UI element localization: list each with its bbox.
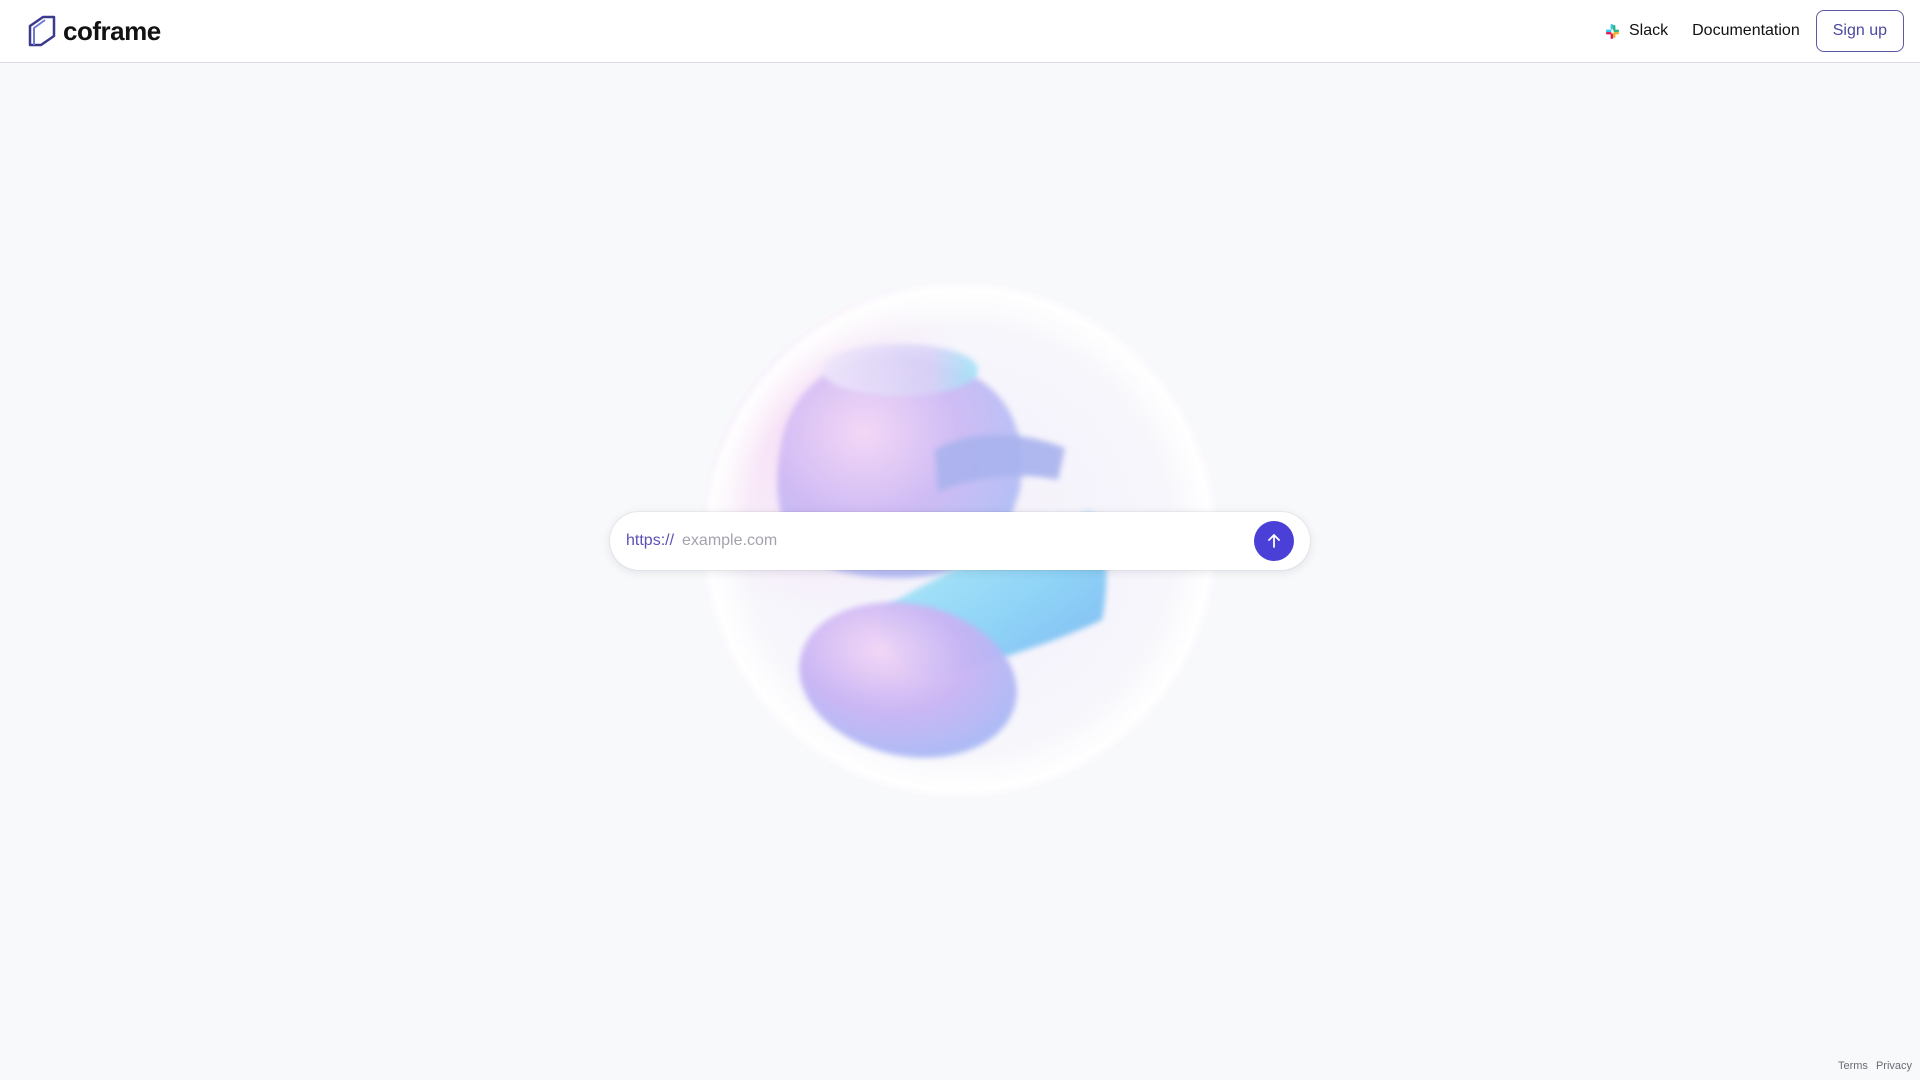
submit-url-button[interactable]	[1254, 521, 1294, 561]
url-input[interactable]	[682, 532, 1254, 550]
top-nav-bar: coframe Slack Documentation Sign up	[0, 0, 1920, 63]
arrow-up-icon	[1268, 534, 1280, 548]
terms-link[interactable]: Terms	[1838, 1060, 1868, 1072]
url-input-bar: https://	[610, 512, 1310, 570]
sign-up-button[interactable]: Sign up	[1815, 10, 1904, 52]
url-prefix: https://	[626, 532, 675, 549]
brand-wordmark: coframe	[63, 15, 161, 46]
header-nav: Slack Documentation Sign up	[1604, 10, 1904, 52]
privacy-link[interactable]: Privacy	[1876, 1060, 1912, 1072]
slack-icon	[1605, 23, 1620, 39]
footer-links: Terms Privacy	[1838, 1060, 1912, 1072]
documentation-link[interactable]: Documentation	[1692, 22, 1800, 40]
brand-logo-link[interactable]: coframe	[27, 14, 161, 48]
slack-label: Slack	[1628, 22, 1669, 39]
slack-link[interactable]: Slack	[1604, 22, 1668, 40]
coframe-logo-icon	[28, 15, 56, 47]
